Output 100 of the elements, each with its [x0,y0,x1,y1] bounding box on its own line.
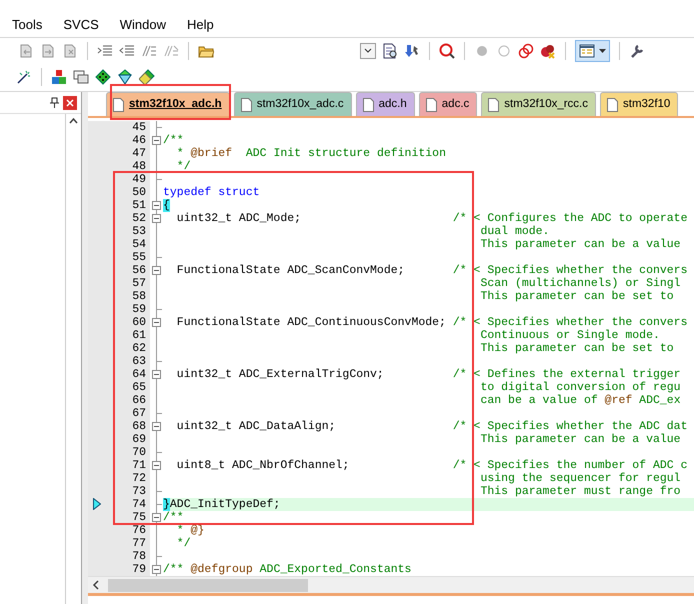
comment: /** [163,511,184,524]
line-number: 70 [132,446,147,459]
line-number: 76 [132,524,147,537]
line-number: 45 [132,121,147,134]
window-button[interactable] [575,40,610,62]
fold-toggle-icon[interactable] [152,201,161,210]
scrollbar-thumb[interactable] [108,578,308,592]
line-number: 64 [132,368,147,381]
page-arrow-icon[interactable] [40,42,56,58]
dropdown-button[interactable] [360,42,376,58]
pin-icon[interactable] [50,97,59,108]
line-number: 60 [132,316,147,329]
comment: This parameter can be a value [480,238,681,251]
line-number: 67 [132,407,147,420]
file-icon [607,98,618,112]
editor-tab[interactable]: stm32f10x_adc.c [234,92,352,116]
diamonds-icon[interactable] [139,69,155,85]
line-number: 50 [132,186,147,199]
line-number: 61 [132,329,147,342]
caret-icon [599,48,606,52]
menu-item[interactable]: SVCS [63,14,107,34]
outdent-icon[interactable] [119,42,135,58]
file-icon [488,98,500,112]
comment: to digital conversion of regu [480,381,681,394]
page-cross-icon[interactable] [62,42,78,58]
comment: ADC Init structure definition [244,147,446,160]
magnifier-icon[interactable] [439,42,455,58]
blob-icon[interactable] [540,42,556,58]
brace: { [163,199,170,212]
comment: * [176,524,185,537]
editor-tab[interactable]: stm32f10x_rcc.c [481,92,596,116]
comment: can be a value of [480,394,599,407]
editor-tab[interactable]: stm32f10 [600,92,678,116]
comment: ADC_Exported_Constants [258,563,412,576]
editor-tab[interactable]: adc.h [356,92,415,116]
fold-toggle-icon[interactable] [152,422,161,431]
line-number: 78 [132,550,147,563]
line-number: 65 [132,381,147,394]
line-number: 47 [132,147,147,160]
line-number: 66 [132,394,147,407]
line-number: 63 [132,355,147,368]
line-number: 46 [132,134,147,147]
wand-icon[interactable] [16,69,32,85]
editor-tab[interactable]: stm32f10x_adc.h [106,92,230,116]
comment: /* < Specifies whether the ADC dat [452,420,688,433]
comment: This parameter can be a value [480,433,681,446]
menu-item[interactable]: Tools [12,14,50,34]
comment: /* < Specifies whether the convers [452,316,688,329]
line-number: 51 [132,199,147,212]
fold-toggle-icon[interactable] [152,318,161,327]
comment: /** [163,563,185,576]
menu-item[interactable]: Window [120,14,174,34]
close-icon [66,98,74,106]
fold-toggle-icon[interactable] [152,565,161,574]
comment: /* < Specifies the number of ADC c [452,459,688,472]
blocks-icon[interactable] [51,69,67,85]
chevron-icon [364,48,372,54]
line-number: 69 [132,433,147,446]
windows-icon[interactable] [73,69,89,85]
comment: */ [176,537,191,550]
file-icon [426,98,437,112]
fold-toggle-icon[interactable] [152,513,161,522]
comment: Scan (multichannels) or Singl [480,277,681,290]
code-text: uint8_t ADC_NbrOfChannel; [176,459,350,472]
doc-tag: @defgroup [190,563,253,576]
fold-toggle-icon[interactable] [152,370,161,379]
comment: */ [176,160,191,173]
code-text: uint32_t ADC_DataAlign; [176,420,337,433]
file-icon [240,98,252,112]
indent-icon[interactable] [97,42,113,58]
list-window-icon [579,44,595,58]
document-magnifier-icon[interactable] [382,42,398,58]
wrench-icon[interactable] [629,42,645,58]
editor-tab[interactable]: adc.c [418,92,478,116]
line-number: 52 [132,212,147,225]
arrow-icon[interactable] [404,42,420,58]
code-text: uint32_t ADC_Mode; [176,212,302,225]
line-number: 56 [132,264,147,277]
brace: } [163,498,170,511]
line-number: 73 [132,485,147,498]
comment: This parameter must range fro [480,485,681,498]
fold-toggle-icon[interactable] [152,136,161,145]
funnel-diamond-icon[interactable] [117,69,133,85]
fold-toggle-icon[interactable] [152,461,161,470]
close-button[interactable] [63,96,77,110]
rings-icon[interactable] [518,42,534,58]
line-number: 79 [132,563,147,576]
comment: ADC_ex [638,394,681,407]
page-arrow-icon[interactable] [18,42,34,58]
file-icon [113,98,124,112]
line-number: 59 [132,303,147,316]
line-number: 49 [132,173,147,186]
menu-item[interactable]: Help [187,14,222,34]
file-icon [362,98,374,112]
fold-toggle-icon[interactable] [152,266,161,275]
comment: /* < Specifies whether the convers [452,264,688,277]
line-number: 72 [132,472,147,485]
fold-toggle-icon[interactable] [152,214,161,223]
diamond-icon[interactable] [95,69,111,85]
line-number: 68 [132,420,147,433]
